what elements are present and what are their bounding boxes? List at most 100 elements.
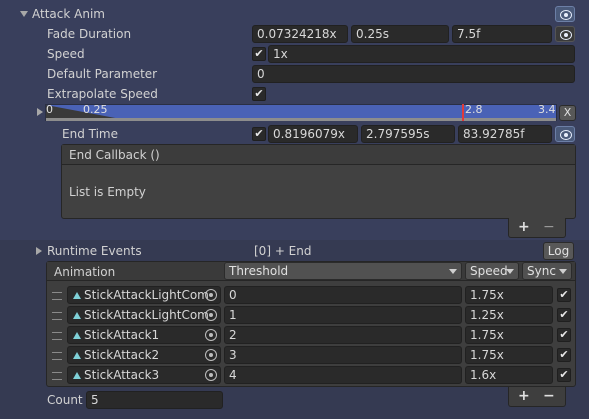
- check-icon: ✔: [559, 348, 569, 361]
- fade-duration-normalized-field[interactable]: 0.07324218x: [252, 25, 348, 43]
- threshold-field[interactable]: 4: [224, 366, 462, 384]
- fade-duration-frames-field[interactable]: 7.5f: [452, 25, 552, 43]
- end-callback-header: End Callback (): [69, 148, 160, 162]
- animation-clip-field[interactable]: StickAttackLightCom: [67, 306, 221, 324]
- check-icon: ✔: [559, 368, 569, 381]
- animation-clip-name: StickAttackLightCom: [84, 288, 209, 302]
- threshold-field[interactable]: 1: [224, 306, 462, 324]
- timeline-close-button[interactable]: X: [559, 105, 576, 121]
- foldout-right-icon[interactable]: [36, 247, 42, 255]
- threshold-field[interactable]: 0: [224, 286, 462, 304]
- animation-table-footer: [508, 387, 566, 407]
- eye-icon[interactable]: [555, 6, 575, 22]
- speed-field[interactable]: 1.6x: [465, 366, 553, 384]
- end-time-seconds-field[interactable]: 2.797595s: [361, 125, 455, 143]
- fade-duration-label: Fade Duration: [47, 27, 132, 41]
- threshold-field[interactable]: 3: [224, 346, 462, 364]
- object-picker-icon[interactable]: [205, 309, 217, 321]
- animation-clip-name: StickAttack1: [84, 328, 160, 342]
- column-threshold-label: Threshold: [229, 264, 289, 278]
- chevron-down-icon: [506, 269, 514, 274]
- extrapolate-speed-label: Extrapolate Speed: [47, 87, 158, 101]
- column-animation: Animation: [54, 265, 116, 279]
- count-field[interactable]: 5: [86, 391, 223, 409]
- end-callback-add-button[interactable]: +: [518, 219, 530, 235]
- speed-field[interactable]: 1x: [268, 45, 575, 63]
- timeline-end-time-label: 2.8: [465, 103, 483, 116]
- column-threshold-dropdown[interactable]: Threshold: [224, 262, 462, 280]
- animation-clip-icon: [73, 312, 81, 319]
- timeline-end-marker[interactable]: [462, 104, 464, 121]
- animation-table-add-button[interactable]: +: [518, 388, 530, 404]
- end-time-frames-field[interactable]: 83.92785f: [458, 125, 552, 143]
- animation-clip-name: StickAttackLightCom: [84, 308, 209, 322]
- animation-clip-field[interactable]: StickAttack2: [67, 346, 221, 364]
- speed-field[interactable]: 1.75x: [465, 326, 553, 344]
- eye-icon[interactable]: [555, 26, 575, 42]
- column-sync-dropdown[interactable]: Sync: [522, 262, 572, 280]
- foldout-down-icon[interactable]: [20, 11, 28, 17]
- sync-checkbox[interactable]: ✔: [557, 328, 571, 342]
- animation-clip-icon: [73, 292, 81, 299]
- animation-table-remove-button[interactable]: −: [543, 388, 555, 404]
- end-callback-empty-text: List is Empty: [69, 185, 146, 199]
- column-speed-label: Speed: [470, 264, 508, 278]
- animation-clip-icon: [73, 332, 81, 339]
- runtime-events-summary: [0] + End: [254, 244, 312, 258]
- default-parameter-label: Default Parameter: [47, 67, 158, 81]
- sync-checkbox[interactable]: ✔: [557, 348, 571, 362]
- animation-clip-field[interactable]: StickAttack1: [67, 326, 221, 344]
- speed-field[interactable]: 1.75x: [465, 346, 553, 364]
- animation-clip-field[interactable]: StickAttackLightCom: [67, 286, 221, 304]
- check-icon: ✔: [559, 288, 569, 301]
- count-label: Count: [47, 393, 83, 407]
- end-time-label: End Time: [62, 127, 118, 141]
- drag-handle-icon[interactable]: [52, 372, 62, 380]
- object-picker-icon[interactable]: [205, 329, 217, 341]
- timeline-foldout-icon[interactable]: [37, 108, 43, 116]
- sync-checkbox[interactable]: ✔: [557, 308, 571, 322]
- animation-clip-icon: [73, 352, 81, 359]
- animation-clip-name: StickAttack3: [84, 368, 160, 382]
- threshold-field[interactable]: 2: [224, 326, 462, 344]
- fade-duration-seconds-field[interactable]: 0.25s: [351, 25, 449, 43]
- drag-handle-icon[interactable]: [52, 312, 62, 320]
- log-button[interactable]: Log: [543, 242, 574, 260]
- object-picker-icon[interactable]: [205, 349, 217, 361]
- speed-checkbox[interactable]: ✔: [252, 47, 266, 61]
- end-time-normalized-field[interactable]: 0.8196079x: [268, 125, 358, 143]
- object-picker-icon[interactable]: [205, 369, 217, 381]
- check-icon: ✔: [254, 47, 264, 60]
- chevron-down-icon: [559, 269, 567, 274]
- column-speed-dropdown[interactable]: Speed: [465, 262, 519, 280]
- chevron-down-icon: [449, 269, 457, 274]
- timeline-progress-line: [46, 118, 556, 121]
- end-time-checkbox[interactable]: ✔: [252, 127, 266, 141]
- speed-field[interactable]: 1.25x: [465, 306, 553, 324]
- object-picker-icon[interactable]: [205, 289, 217, 301]
- runtime-events-label[interactable]: Runtime Events: [47, 243, 142, 259]
- speed-field[interactable]: 1.75x: [465, 286, 553, 304]
- column-sync-label: Sync: [527, 264, 556, 278]
- check-icon: ✔: [559, 308, 569, 321]
- default-parameter-field[interactable]: 0: [252, 65, 575, 83]
- check-icon: ✔: [254, 87, 264, 100]
- end-callback-remove-button[interactable]: −: [543, 219, 555, 235]
- sync-checkbox[interactable]: ✔: [557, 368, 571, 382]
- extrapolate-speed-checkbox[interactable]: ✔: [252, 87, 266, 101]
- timeline-length-label: 3.4: [538, 103, 556, 116]
- eye-icon[interactable]: [555, 126, 575, 142]
- drag-handle-icon[interactable]: [52, 332, 62, 340]
- animation-clip-name: StickAttack2: [84, 348, 160, 362]
- check-icon: ✔: [559, 328, 569, 341]
- end-callback-footer: [508, 218, 566, 238]
- speed-label: Speed: [47, 47, 85, 61]
- sync-checkbox[interactable]: ✔: [557, 288, 571, 302]
- check-icon: ✔: [254, 127, 264, 140]
- drag-handle-icon[interactable]: [52, 352, 62, 360]
- timeline-tick-label: 0.25: [83, 103, 108, 116]
- animation-clip-field[interactable]: StickAttack3: [67, 366, 221, 384]
- timeline-start-label: 0: [46, 103, 53, 116]
- attack-anim-title[interactable]: Attack Anim: [32, 6, 105, 22]
- drag-handle-icon[interactable]: [52, 292, 62, 300]
